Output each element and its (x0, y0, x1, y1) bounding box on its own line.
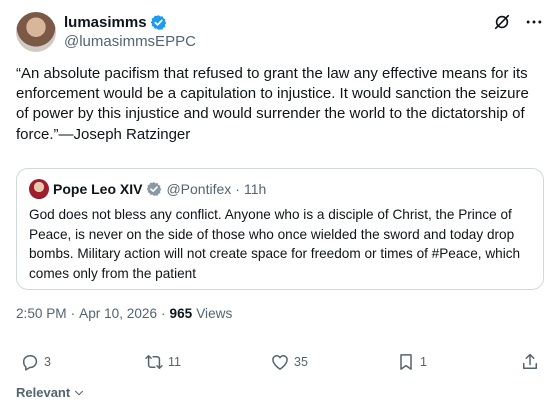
chevron-down-icon (75, 390, 84, 395)
views-count: 965 (169, 306, 193, 321)
author-handle[interactable]: @lumasimmsEPPC (64, 32, 196, 52)
sort-replies-dropdown[interactable]: Relevant (16, 385, 86, 400)
repost-button[interactable]: 11 (144, 352, 181, 372)
author-display-name[interactable]: lumasimms (64, 13, 147, 32)
author-avatar[interactable] (16, 12, 56, 52)
grok-icon[interactable] (492, 12, 512, 32)
quoted-separator: · (235, 181, 240, 197)
share-button[interactable] (520, 352, 540, 372)
quoted-author-display-name: Pope Leo XIV (53, 181, 143, 197)
quoted-author-avatar (29, 179, 49, 199)
like-icon (272, 355, 288, 370)
quoted-time: 11h (243, 181, 267, 197)
share-icon (523, 353, 537, 369)
meta-separator: · (70, 306, 76, 321)
tweet-header: lumasimms @lumasimmsEPPC (16, 12, 544, 52)
verified-gray-badge-icon (147, 182, 162, 196)
sort-label: Relevant (16, 385, 71, 400)
reply-icon (23, 355, 38, 371)
tweet-text: “An absolute pacifism that refused to gr… (16, 65, 533, 143)
quoted-author-handle: @Pontifex (166, 181, 232, 197)
quoted-tweet-header: Pope Leo XIV @Pontifex · 11h (29, 179, 266, 199)
quoted-tweet-text: God does not bless any conflict. Anyone … (29, 207, 524, 281)
quoted-tweet[interactable]: Pope Leo XIV @Pontifex · 11h God does no… (16, 168, 544, 290)
bookmark-count: 1 (420, 355, 427, 369)
meta-separator-2: · (161, 306, 166, 321)
author-display-name-row[interactable]: lumasimms (64, 13, 167, 32)
like-count: 35 (294, 355, 308, 369)
more-icon[interactable] (524, 12, 544, 32)
bookmark-button[interactable]: 1 (396, 352, 427, 372)
views-label: Views (196, 306, 233, 321)
tweet-actions: 3 11 35 1 (16, 352, 544, 376)
tweet-meta: 2:50 PM · Apr 10, 2026 · 965 Views (16, 306, 232, 321)
tweet-time[interactable]: 2:50 PM (16, 306, 67, 321)
reply-count: 3 (44, 355, 51, 369)
author-names: lumasimms @lumasimmsEPPC (64, 13, 196, 52)
verified-badge-icon (150, 15, 166, 30)
repost-icon (145, 355, 163, 369)
reply-button[interactable]: 3 (20, 352, 51, 372)
like-button[interactable]: 35 (270, 352, 308, 372)
header-actions (492, 12, 544, 32)
tweet-date[interactable]: Apr 10, 2026 (79, 306, 157, 321)
repost-count: 11 (168, 355, 181, 369)
bookmark-icon (400, 354, 412, 370)
